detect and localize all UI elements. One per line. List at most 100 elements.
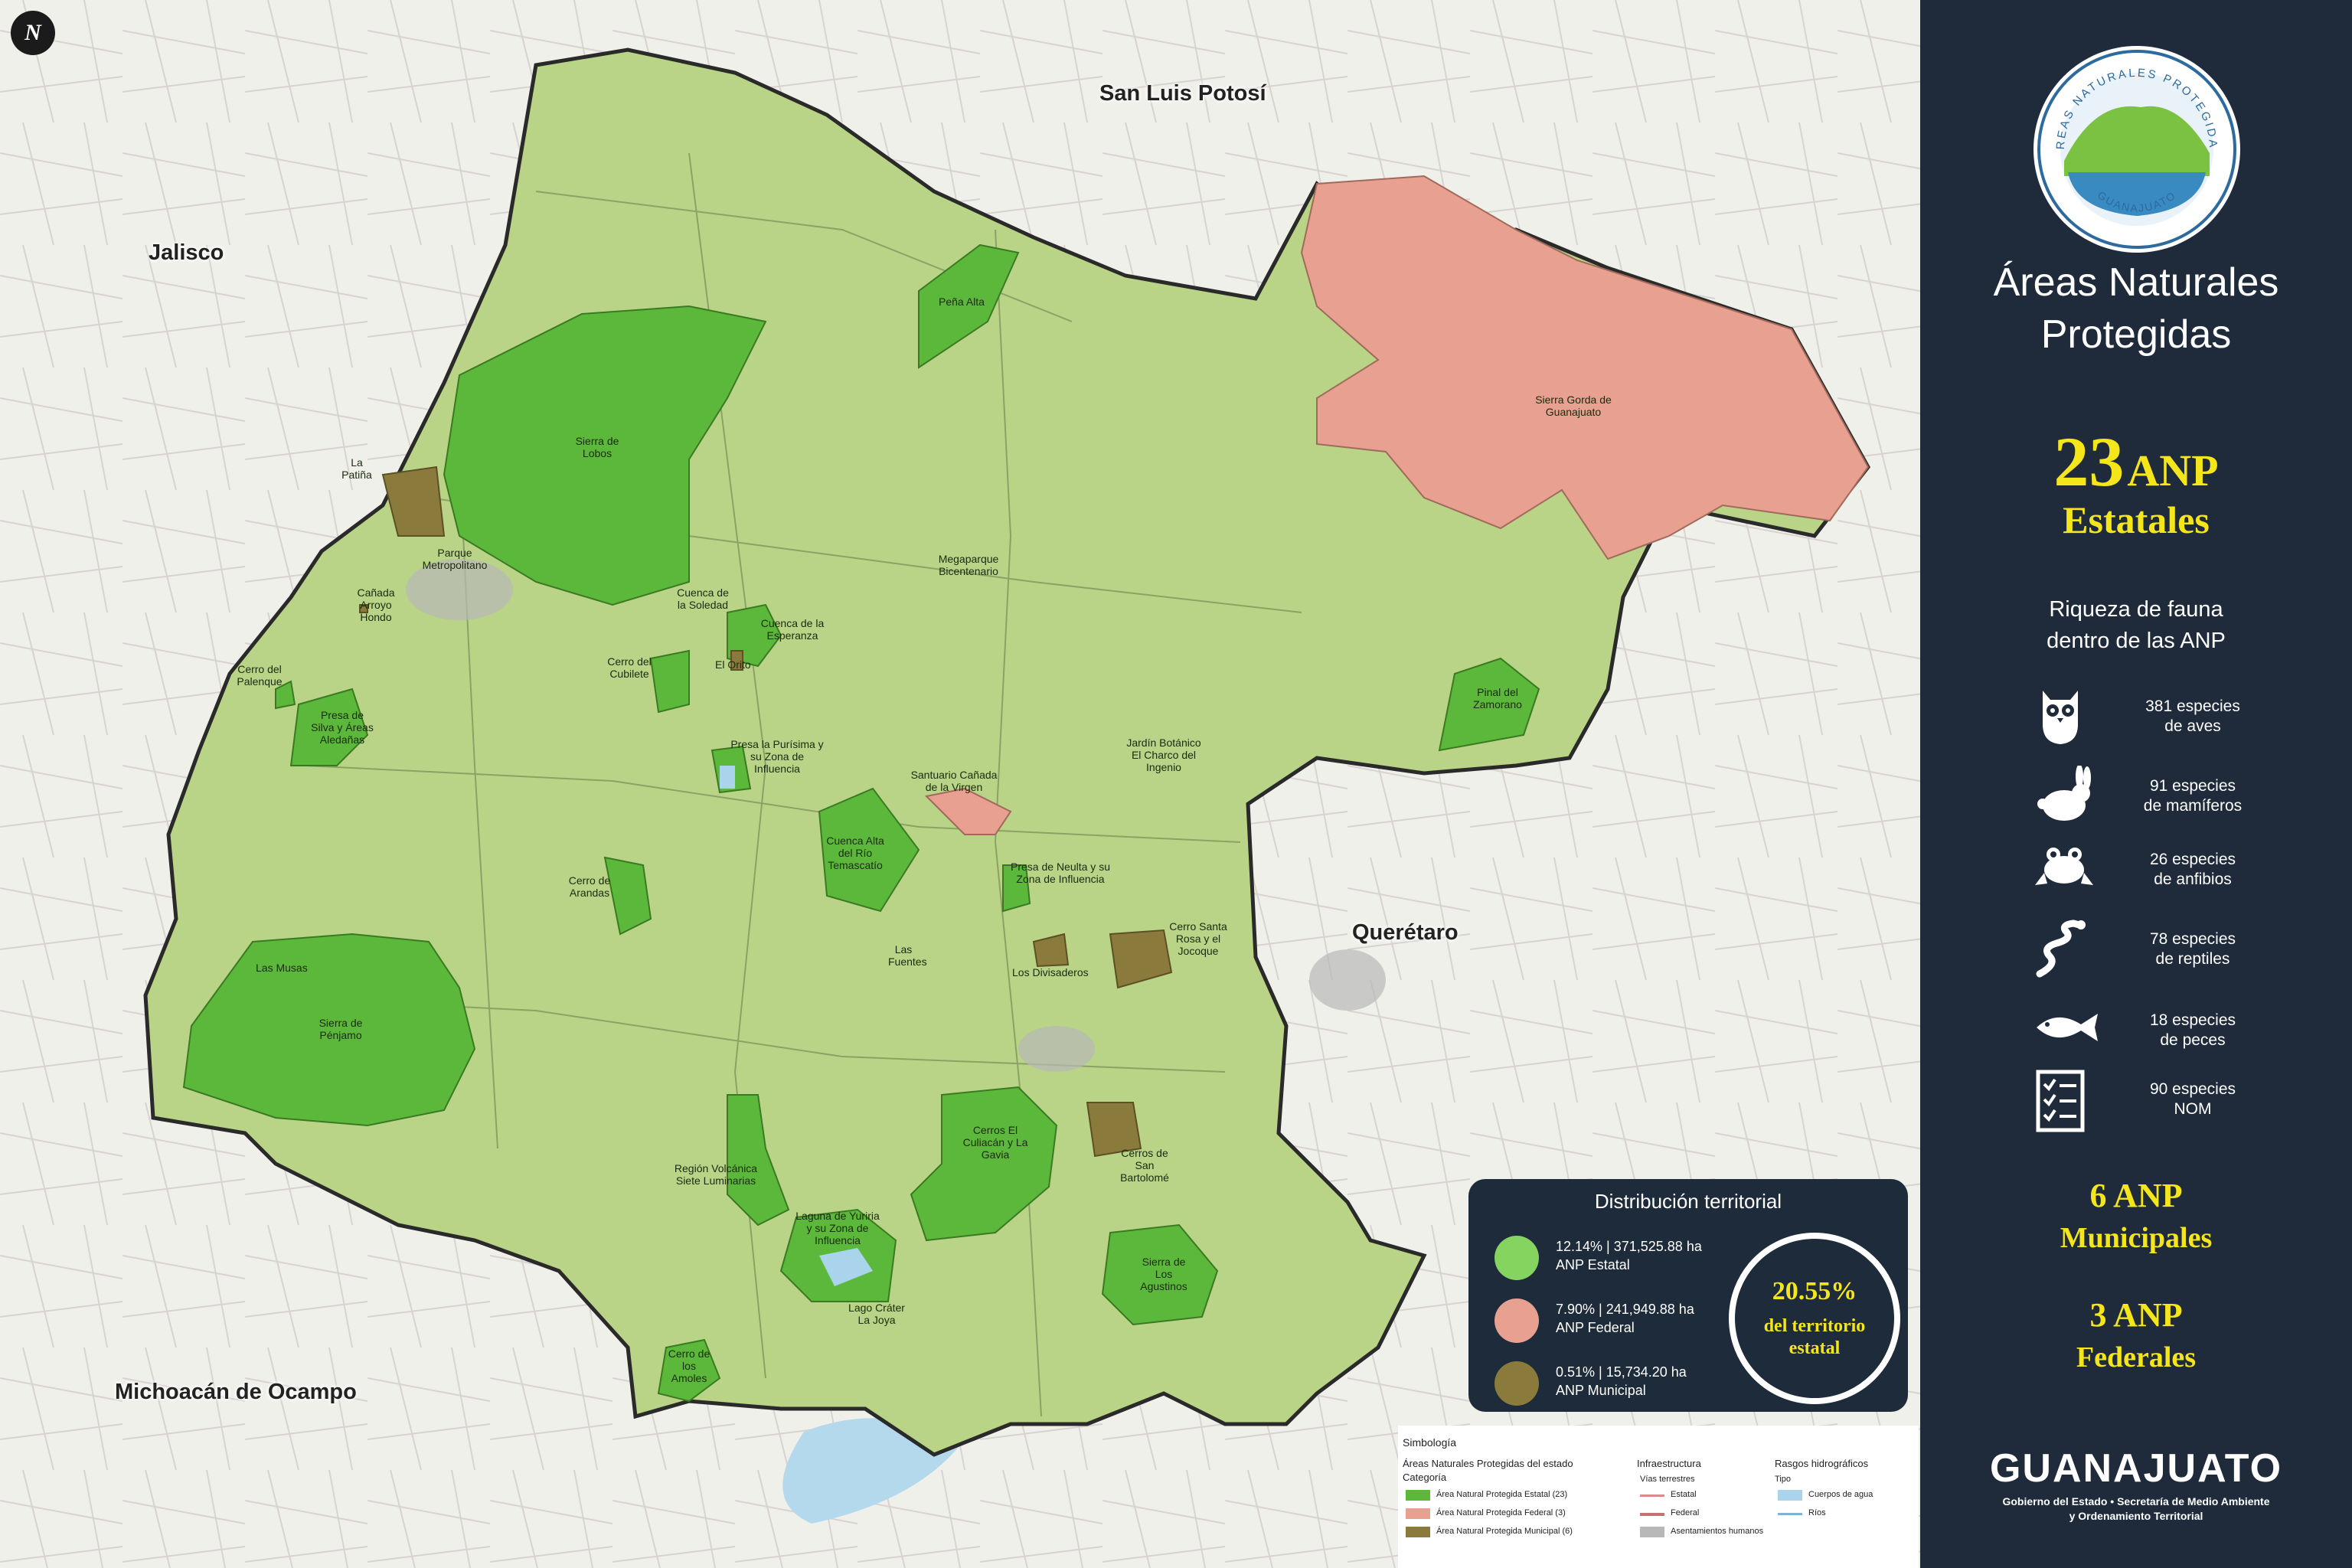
label-san-luis-potosi: San Luis Potosí <box>1099 81 1266 106</box>
brand-guanajuato: GUANAJUATO <box>1989 1446 2283 1491</box>
legend-road-federal: Federal <box>1671 1508 1700 1517</box>
label-jardin-botanico: Jardín Botánico El Charco del Ingenio <box>1126 737 1201 774</box>
label-cerros-san-bartolome: Cerros de San Bartolomé <box>1120 1147 1169 1184</box>
state-count-anp: ANP <box>2127 446 2219 495</box>
federal-label: ANP Federal <box>1556 1320 1635 1336</box>
label-lago-crater: Lago Cráter La Joya <box>848 1302 905 1327</box>
label-cuenca-esperanza: Cuenca de la Esperanza <box>760 617 825 642</box>
label-sierra-gorda: Sierra Gorda de Guanajuato <box>1535 394 1612 419</box>
label-pena-alta: Peña Alta <box>939 296 985 308</box>
municipal-line2: Municipales <box>2060 1221 2213 1254</box>
state-anp-count: 23 ANP <box>1920 421 2352 502</box>
legend-swatch-road-state <box>1640 1494 1664 1497</box>
fauna-title: Riqueza de fauna dentro de las ANP <box>1920 594 2352 656</box>
legend-item-federal: Área Natural Protegida Federal (3) <box>1436 1508 1566 1517</box>
legend-settlements: Asentamientos humanos <box>1671 1527 1764 1536</box>
legend-col1-title: Áreas Naturales Protegidas del estado <box>1403 1458 1573 1469</box>
legend-rivers: Ríos <box>1808 1508 1826 1517</box>
federal-swatch <box>1494 1298 1539 1343</box>
municipal-label: ANP Municipal <box>1556 1383 1646 1399</box>
label-jalisco: Jalisco <box>149 240 224 265</box>
fauna-fish-line2: de peces <box>2160 1031 2226 1050</box>
legend-swatch-road-federal <box>1640 1513 1664 1516</box>
label-pinal-zamorano: Pinal del Zamorano <box>1473 686 1522 711</box>
legend: Simbología Áreas Naturales Protegidas de… <box>1398 1426 1919 1568</box>
panel-title: Áreas Naturales Protegidas <box>1920 257 2352 361</box>
fauna-title-line2: dentro de las ANP <box>2047 628 2226 653</box>
legend-road-state: Estatal <box>1671 1490 1697 1499</box>
fauna-row-reptiles: 78 especies de reptiles <box>2034 919 2286 980</box>
estatal-label: ANP Estatal <box>1556 1257 1630 1273</box>
brand-sub-line2: y Ordenamiento Territorial <box>2069 1509 2203 1522</box>
label-sierra-penjamo: Sierra de Pénjamo <box>318 1017 363 1042</box>
label-santuario-canada: Santuario Cañada de la Virgen <box>910 769 998 794</box>
label-sierra-agustinos: Sierra de Los Agustinos <box>1140 1256 1187 1293</box>
label-sierra-lobos: Sierra de Lobos <box>575 435 619 460</box>
north-arrow-icon: N <box>11 11 55 55</box>
label-michoacan: Michoacán de Ocampo <box>115 1380 357 1404</box>
legend-swatch-estatal <box>1406 1490 1430 1501</box>
federal-anp-count: 3 ANP Federales <box>1920 1295 2352 1377</box>
state-count-number: 23 <box>2053 423 2125 501</box>
fauna-birds-line1: 381 especies <box>2145 697 2240 715</box>
total-percentage: 20.55% <box>1772 1277 1857 1305</box>
legend-swatch-settlements <box>1640 1527 1664 1537</box>
fauna-reptiles-line1: 78 especies <box>2149 930 2236 948</box>
label-cerro-cubilete: Cerro del Cubilete <box>607 655 652 681</box>
fauna-mammals-line1: 91 especies <box>2149 777 2236 795</box>
state-anp-label: Estatales <box>2063 498 2210 541</box>
fauna-row-birds: 381 especies de aves <box>2034 686 2286 747</box>
label-queretaro: Querétaro <box>1352 920 1459 945</box>
legend-item-estatal: Área Natural Protegida Estatal (23) <box>1436 1490 1568 1499</box>
brand-subtitle: Gobierno del Estado • Secretaría de Medi… <box>1920 1494 2352 1524</box>
estatal-stats: 12.14% | 371,525.88 ha <box>1556 1239 1702 1254</box>
legend-swatch-municipal <box>1406 1527 1430 1537</box>
legend-col2-title: Infraestructura <box>1637 1458 1701 1469</box>
anp-logo: ÁREAS NATURALES PROTEGIDAS GUANAJUATO <box>2028 36 2240 253</box>
legend-water: Cuerpos de agua <box>1808 1490 1873 1499</box>
fauna-amphibians-line2: de anfibios <box>2154 871 2232 889</box>
legend-item-municipal: Área Natural Protegida Municipal (6) <box>1436 1527 1573 1536</box>
label-cerro-palenque: Cerro del Palenque <box>237 663 283 688</box>
label-el-orito: El Orito <box>715 658 751 671</box>
label-region-volcanica: Región Volcánica Siete Luminarias <box>674 1162 758 1187</box>
total-ring: 20.55% del territorio estatal <box>1729 1233 1900 1404</box>
owl-icon <box>2043 691 2078 744</box>
federal-stats: 7.90% | 241,949.88 ha <box>1556 1302 1694 1317</box>
legend-col2-sub: Vías terrestres <box>1640 1475 1695 1484</box>
label-megaparque: Megaparque Bicentenario <box>938 553 999 578</box>
label-los-divisaderos: Los Divisaderos <box>1012 966 1089 978</box>
fauna-amphibians-line1: 26 especies <box>2149 851 2236 868</box>
label-cuenca-soledad: Cuenca de la Soledad <box>677 586 729 612</box>
label-las-musas: Las Musas <box>256 962 308 974</box>
legend-swatch-federal <box>1406 1508 1430 1519</box>
frog-icon <box>2035 848 2093 885</box>
brand-sub-line1: Gobierno del Estado • Secretaría de Medi… <box>2002 1495 2270 1508</box>
urban-celaya <box>1018 1026 1095 1072</box>
panel-title-line1: Áreas Naturales <box>1993 260 2279 305</box>
distribution-panel: Distribución territorial 12.14% | 371,52… <box>1468 1179 1908 1412</box>
label-cerro-santa-rosa: Cerro Santa Rosa y el Jocoque <box>1169 920 1227 958</box>
fauna-row-nom: 90 especies NOM <box>2034 1069 2286 1132</box>
total-line2: estatal <box>1788 1338 1841 1358</box>
checklist-icon <box>2036 1070 2085 1132</box>
anp-cerro-cubilete <box>649 649 690 714</box>
fauna-row-fish: 18 especies de peces <box>2034 1000 2286 1061</box>
label-cerro-amoles: Cerro de los Amoles <box>668 1348 710 1385</box>
map-area[interactable]: N San Luis Potosí Jalisco Querétaro Mich… <box>0 0 1920 1568</box>
municipal-swatch <box>1494 1361 1539 1406</box>
fauna-birds-line2: de aves <box>2164 717 2221 736</box>
fauna-reptiles-line2: de reptiles <box>2155 950 2230 969</box>
distribution-title: Distribución territorial <box>1594 1190 1782 1213</box>
fish-icon <box>2037 1014 2098 1041</box>
label-canada-arroyo-hondo: Cañada Arroyo Hondo <box>357 586 395 624</box>
label-presa-neulta: Presa de Neulta y su Zona de Influencia <box>1011 861 1110 886</box>
rabbit-icon <box>2037 766 2091 821</box>
municipal-line1: 6 ANP <box>2089 1177 2183 1214</box>
fauna-fish-line1: 18 especies <box>2149 1011 2236 1029</box>
label-cerro-arandas: Cerro de Arandas <box>568 874 611 900</box>
federal-line2: Federales <box>2076 1341 2197 1374</box>
municipal-stats: 0.51% | 15,734.20 ha <box>1556 1364 1687 1380</box>
estatal-swatch <box>1494 1236 1539 1280</box>
federal-line1: 3 ANP <box>2089 1296 2183 1334</box>
